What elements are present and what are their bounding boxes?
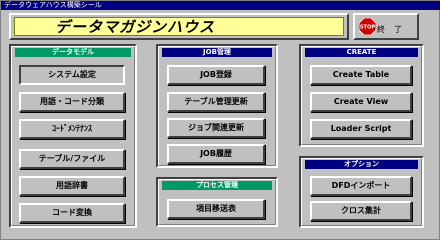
job-panel: JOB管理 JOB登録 テーブル管理更新 ジョブ関連更新 JOB履歴: [156, 44, 278, 168]
job-history-button[interactable]: JOB履歴: [167, 144, 265, 164]
term-code-classification-button[interactable]: 用語・コード分類: [19, 92, 125, 112]
stop-sign-icon: STOP: [359, 18, 376, 35]
job-register-button[interactable]: JOB登録: [167, 65, 265, 85]
item-transfer-table-button[interactable]: 項目移送表: [167, 199, 265, 219]
window-title: データウェアハウス構築シール: [1, 1, 440, 10]
table-file-button[interactable]: テーブル/ファイル: [19, 149, 125, 169]
process-panel: プロセス管理 項目移送表: [156, 177, 278, 227]
option-header: オプション: [305, 160, 418, 169]
data-model-header: データモデル: [15, 48, 131, 57]
code-conversion-button[interactable]: コード変換: [19, 203, 125, 223]
app-title: データマガジンハウス: [55, 18, 216, 36]
data-model-panel: データモデル システム設定 用語・コード分類 ｺｰﾄﾞﾒﾝﾃﾅﾝｽ テーブル/フ…: [9, 44, 137, 228]
system-settings-button[interactable]: システム設定: [19, 65, 125, 85]
cross-tabulation-button[interactable]: クロス集計: [310, 201, 412, 221]
process-header: プロセス管理: [162, 181, 272, 190]
banner: データマガジンハウス: [14, 17, 344, 36]
term-dictionary-button[interactable]: 用語辞書: [19, 176, 125, 196]
create-view-button[interactable]: Create View: [310, 92, 412, 112]
job-relation-update-button[interactable]: ジョブ関連更新: [167, 118, 265, 138]
job-header: JOB管理: [162, 48, 272, 57]
exit-label: 終了: [377, 25, 411, 34]
code-maintenance-button[interactable]: ｺｰﾄﾞﾒﾝﾃﾅﾝｽ: [19, 119, 125, 139]
option-panel: オプション DFDインポート クロス集計: [299, 156, 424, 228]
create-table-button[interactable]: Create Table: [310, 65, 412, 85]
main-window: データウェアハウス構築シール データマガジンハウス STOP 終了 データモデル…: [0, 0, 440, 240]
create-panel: CREATE Create Table Create View Loader S…: [299, 44, 424, 147]
loader-script-button[interactable]: Loader Script: [310, 119, 412, 139]
create-header: CREATE: [305, 48, 418, 57]
dfd-import-button[interactable]: DFDインポート: [310, 176, 412, 196]
stop-sign-text: STOP: [360, 25, 375, 31]
exit-button[interactable]: STOP 終了: [353, 13, 419, 40]
table-management-update-button[interactable]: テーブル管理更新: [167, 92, 265, 112]
banner-frame: データマガジンハウス: [9, 13, 349, 40]
